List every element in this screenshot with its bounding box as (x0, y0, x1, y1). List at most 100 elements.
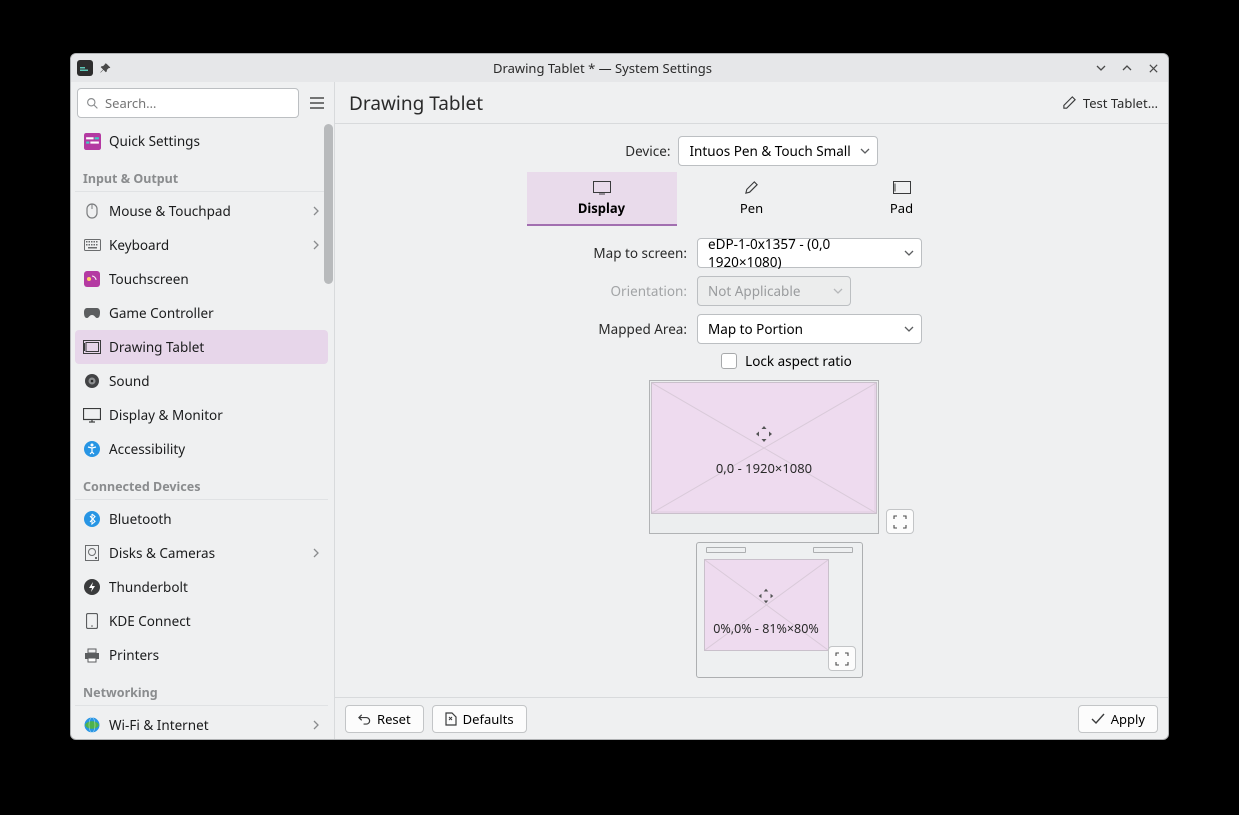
chevron-down-icon (860, 147, 870, 155)
bluetooth-icon (83, 510, 101, 528)
tab-display[interactable]: Display (527, 172, 677, 226)
tab-pad[interactable]: Pad (827, 172, 977, 226)
sidebar-item-sound[interactable]: Sound (75, 364, 328, 398)
tablet-mapping-preview[interactable]: 0%,0% - 81%×80% (696, 542, 863, 678)
sidebar-item-label: Disks & Cameras (109, 544, 304, 562)
window-title: Drawing Tablet * — System Settings (113, 59, 1092, 77)
apply-button[interactable]: Apply (1078, 705, 1158, 733)
printers-icon (83, 646, 101, 664)
chevron-down-icon (904, 325, 914, 333)
settings-window: Drawing Tablet * — System Settings (70, 53, 1169, 740)
tablet-fullscreen-button[interactable] (828, 646, 856, 671)
sidebar-item-disks-cameras[interactable]: Disks & Cameras (75, 536, 328, 570)
sidebar-item-mouse-touchpad[interactable]: Mouse & Touchpad (75, 194, 328, 228)
reset-button[interactable]: Reset (345, 705, 424, 733)
pin-icon[interactable] (97, 60, 113, 76)
disks-icon (83, 544, 101, 562)
map-to-screen-select[interactable]: eDP-1-0x1357 - (0,0 1920×1080) (697, 238, 922, 268)
sidebar-item-label: Drawing Tablet (109, 338, 320, 356)
lock-aspect-ratio-checkbox[interactable] (721, 353, 737, 369)
sidebar-item-label: Wi-Fi & Internet (109, 716, 304, 734)
category-input-output: Input & Output (75, 162, 328, 192)
sidebar-item-wifi-internet[interactable]: Wi-Fi & Internet (75, 708, 328, 739)
sidebar-scrollbar[interactable] (323, 124, 334, 739)
touchscreen-icon (83, 270, 101, 288)
page-title: Drawing Tablet (349, 90, 483, 116)
device-label: Device: (625, 142, 670, 160)
category-connected-devices: Connected Devices (75, 470, 328, 500)
sidebar-item-label: Game Controller (109, 304, 320, 322)
test-tablet-button[interactable]: Test Tablet… (1062, 94, 1158, 112)
sidebar-item-label: Bluetooth (109, 510, 320, 528)
display-icon (83, 406, 101, 424)
display-icon (593, 180, 611, 196)
sidebar-item-printers[interactable]: Printers (75, 638, 328, 672)
screen-mapping-label: 0,0 - 1920×1080 (652, 459, 876, 477)
sidebar-item-label: Mouse & Touchpad (109, 202, 304, 220)
device-select[interactable]: Intuos Pen & Touch Small (678, 136, 877, 166)
maximize-button[interactable] (1118, 59, 1136, 77)
orientation-label: Orientation: (611, 282, 688, 300)
minimize-button[interactable] (1092, 59, 1110, 77)
sidebar-item-display-monitor[interactable]: Display & Monitor (75, 398, 328, 432)
chevron-down-icon (904, 249, 914, 257)
tablet-mapping-label: 0%,0% - 81%×80% (705, 620, 828, 637)
mapped-area-select[interactable]: Map to Portion (697, 314, 922, 344)
sidebar-item-label: Thunderbolt (109, 578, 320, 596)
sidebar-item-label: Quick Settings (109, 132, 320, 150)
sidebar-item-label: Display & Monitor (109, 406, 320, 424)
sidebar-item-game-controller[interactable]: Game Controller (75, 296, 328, 330)
pencil-icon (1062, 95, 1077, 110)
app-menu-icon[interactable] (77, 60, 93, 76)
chevron-right-icon (312, 548, 320, 558)
sidebar-item-thunderbolt[interactable]: Thunderbolt (75, 570, 328, 604)
screen-mapping-preview[interactable]: 0,0 - 1920×1080 (649, 380, 879, 534)
sidebar-item-label: Keyboard (109, 236, 304, 254)
chevron-right-icon (312, 240, 320, 250)
category-networking: Networking (75, 676, 328, 706)
sidebar-item-kde-connect[interactable]: KDE Connect (75, 604, 328, 638)
main-panel: Drawing Tablet Test Tablet… Device: Intu… (335, 82, 1168, 739)
kde-connect-icon (83, 612, 101, 630)
sidebar-item-label: KDE Connect (109, 612, 320, 630)
quick-settings-icon (83, 132, 101, 150)
sidebar-item-quick-settings[interactable]: Quick Settings (75, 124, 328, 158)
search-input[interactable] (77, 88, 299, 118)
close-button[interactable] (1144, 59, 1162, 77)
sidebar-item-label: Sound (109, 372, 320, 390)
sidebar: Quick Settings Input & Output Mouse & To… (71, 82, 335, 739)
fullscreen-icon (893, 515, 907, 529)
defaults-button[interactable]: Defaults (432, 705, 527, 733)
sidebar-item-touchscreen[interactable]: Touchscreen (75, 262, 328, 296)
footer: Reset Defaults Apply (335, 697, 1168, 739)
search-icon (86, 97, 99, 110)
move-icon (756, 586, 776, 606)
sidebar-item-label: Printers (109, 646, 320, 664)
keyboard-icon (83, 236, 101, 254)
thunderbolt-icon (83, 578, 101, 596)
chevron-right-icon (312, 206, 320, 216)
hamburger-menu[interactable] (305, 89, 328, 117)
sound-icon (83, 372, 101, 390)
tab-pen[interactable]: Pen (677, 172, 827, 226)
sidebar-item-bluetooth[interactable]: Bluetooth (75, 502, 328, 536)
chevron-down-icon (833, 287, 843, 295)
tab-label: Pen (740, 199, 763, 217)
game-controller-icon (83, 304, 101, 322)
tabs: Display Pen Pad (347, 172, 1156, 226)
screen-fullscreen-button[interactable] (886, 509, 914, 534)
sidebar-item-keyboard[interactable]: Keyboard (75, 228, 328, 262)
sidebar-item-label: Accessibility (109, 440, 320, 458)
sidebar-item-label: Touchscreen (109, 270, 320, 288)
document-icon (445, 712, 457, 726)
sidebar-item-accessibility[interactable]: Accessibility (75, 432, 328, 466)
chevron-right-icon (312, 720, 320, 730)
tab-label: Pad (890, 199, 913, 217)
accessibility-icon (83, 440, 101, 458)
check-icon (1091, 713, 1105, 725)
undo-icon (358, 712, 371, 725)
mapped-area-label: Mapped Area: (598, 320, 687, 338)
titlebar: Drawing Tablet * — System Settings (71, 54, 1168, 82)
sidebar-item-drawing-tablet[interactable]: Drawing Tablet (75, 330, 328, 364)
test-tablet-label: Test Tablet… (1083, 94, 1158, 112)
